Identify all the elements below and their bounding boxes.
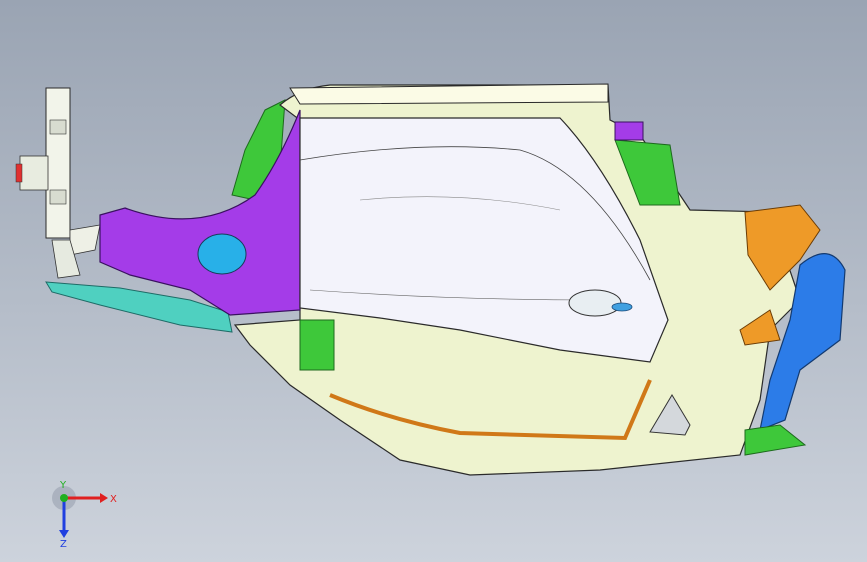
x-axis-label: X (110, 494, 117, 505)
center-green-bracket[interactable] (299, 319, 335, 371)
rear-pillar-bracket[interactable] (15, 87, 101, 279)
y-axis-label: Y (59, 480, 67, 491)
car-body-model[interactable] (0, 0, 867, 562)
cad-viewport[interactable]: X Y Z (0, 0, 867, 562)
axis-triad: X Y Z (52, 480, 117, 548)
arch-hole (197, 233, 247, 275)
z-axis-label: Z (60, 539, 67, 548)
x-axis-arrow (100, 493, 108, 503)
roof-rail[interactable] (289, 83, 609, 105)
front-green-lower[interactable] (744, 424, 807, 456)
y-axis-dot (60, 494, 68, 502)
z-axis-arrow (59, 530, 69, 538)
front-purple-tab[interactable] (614, 121, 644, 141)
